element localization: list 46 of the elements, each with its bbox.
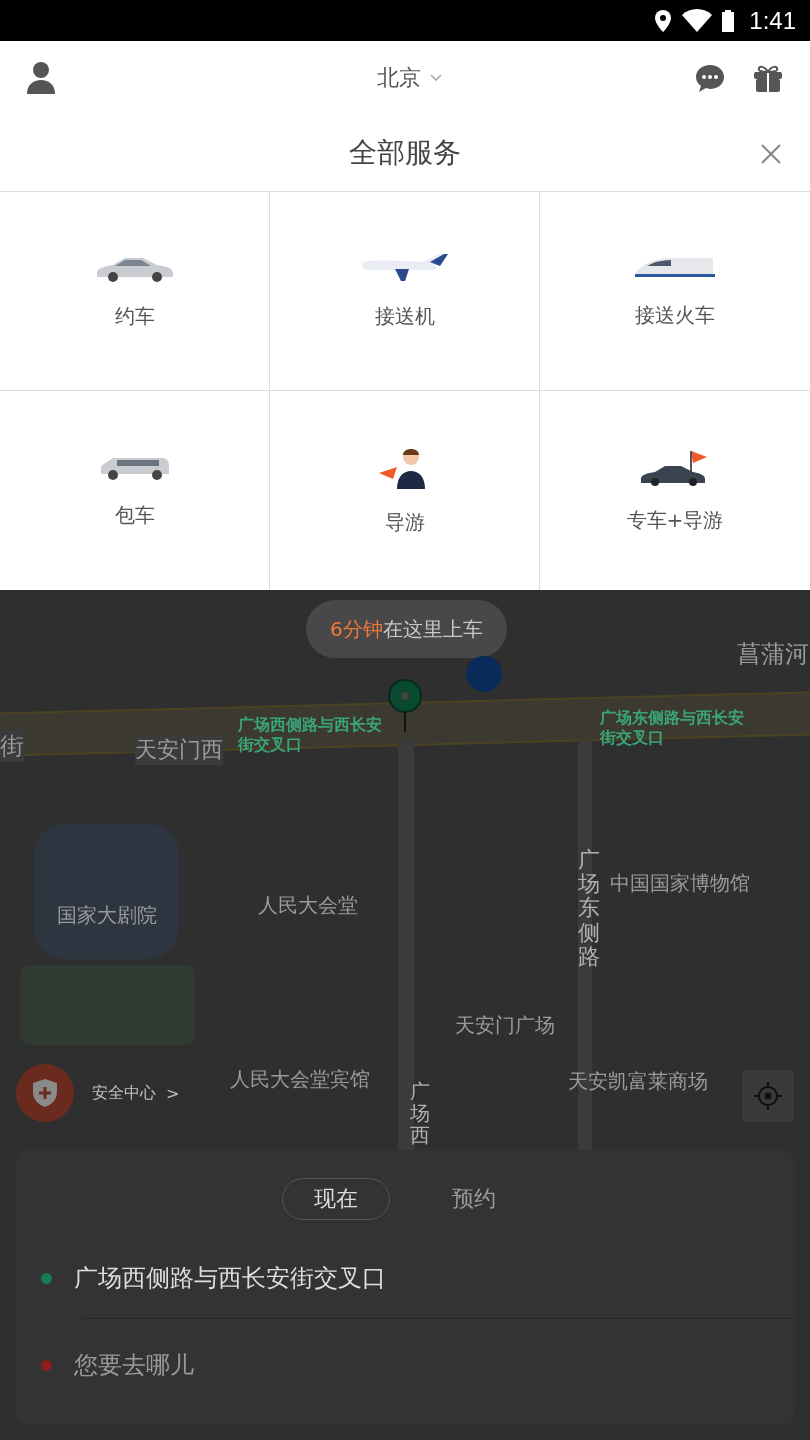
- map-label: 人民大会堂宾馆: [230, 1066, 370, 1093]
- safety-label: 安全中心: [92, 1082, 156, 1104]
- battery-icon: [721, 8, 736, 33]
- origin-field[interactable]: 广场西侧路与西长安街交叉口: [74, 1264, 674, 1292]
- chat-icon[interactable]: [694, 63, 726, 93]
- map-label: 人民大会堂: [258, 892, 358, 919]
- status-time: 1:41: [749, 6, 796, 35]
- map-label: 广场西侧路与西长安街交叉口: [238, 715, 383, 755]
- service-tile[interactable]: 接送火车: [540, 192, 810, 391]
- service-tile[interactable]: 专车+导游: [540, 391, 810, 590]
- chevron-label: >: [166, 1083, 180, 1103]
- service-label: 接送机: [374, 302, 435, 330]
- gift-icon[interactable]: [752, 63, 784, 93]
- map-view[interactable]: 菖蒲河 街 天安门西 广场西侧路与西长安街交叉口 广场东侧路与西长安街交叉口 广场东侧路 中国国家博物馆 国家大剧院 人民大会堂 天安门广场 6分钟在这里上车 安全中心 > 人民大会堂宾馆 广场西 天安凯富莱商场 现在 预约 广场西侧路与西长安街交叉口 您要去哪儿: [0, 590, 810, 1440]
- service-label: 包车: [114, 502, 155, 529]
- location-dot-icon: [465, 655, 503, 693]
- map-label: 天安门西: [135, 735, 223, 765]
- map-label: 街: [0, 730, 24, 762]
- map-label: 中国国家博物馆: [610, 870, 750, 897]
- pickup-bubble: 6分钟在这里上车: [306, 600, 507, 658]
- map-label: 天安门广场: [455, 1012, 555, 1039]
- chevron-down-icon: [429, 73, 443, 83]
- destination-field[interactable]: 您要去哪儿: [74, 1351, 674, 1379]
- service-label: 约车: [114, 302, 155, 330]
- map-label: 菖蒲河: [737, 639, 809, 670]
- profile-icon[interactable]: [26, 61, 56, 95]
- map-label: 国家大剧院: [57, 902, 157, 929]
- pickup-pin-icon: [387, 678, 423, 734]
- city-selector[interactable]: 北京: [377, 63, 443, 93]
- wifi-icon: [681, 8, 714, 33]
- service-tile[interactable]: 约车: [0, 192, 270, 391]
- service-tile[interactable]: 接送机: [270, 192, 540, 391]
- target-icon: [753, 1081, 783, 1111]
- map-label: 广场东侧路: [578, 848, 600, 969]
- map-label: 天安凯富莱商场: [568, 1068, 708, 1095]
- close-icon[interactable]: [760, 143, 782, 165]
- airplane-icon: [359, 252, 450, 283]
- service-label: 专车+导游: [626, 507, 724, 534]
- time-tab[interactable]: 预约: [420, 1178, 528, 1220]
- service-label: 接送火车: [635, 301, 715, 329]
- service-label: 导游: [384, 509, 425, 536]
- map-label: 广场东侧路与西长安街交叉口: [600, 708, 745, 748]
- location-icon: [653, 8, 674, 33]
- shield-icon: [14, 1064, 76, 1122]
- map-label: 广场西: [410, 1080, 430, 1146]
- services-title: 全部服务: [349, 135, 461, 171]
